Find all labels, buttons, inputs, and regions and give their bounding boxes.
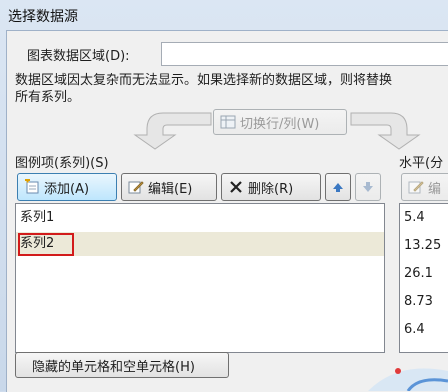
list-item[interactable]: 系列1 <box>16 206 384 230</box>
edit-axis-icon <box>408 179 424 195</box>
arrow-up-icon <box>333 183 343 192</box>
message-line-2: 所有系列。 <box>15 90 81 105</box>
window-title: 选择数据源 <box>8 9 78 25</box>
axis-value: 13.25 <box>404 238 442 253</box>
arrow-down-icon <box>363 182 373 192</box>
delete-series-button[interactable]: 删除(R) <box>221 173 321 201</box>
axis-value: 8.73 <box>404 294 433 309</box>
dialog-content: 图表数据区域(D): 数据区域因太复杂而无法显示。如果选择新的数据区域，则将替换… <box>6 30 448 392</box>
axis-value: 26.1 <box>404 266 433 281</box>
edit-series-label: 编辑(E) <box>148 181 193 197</box>
hidden-empty-cells-label: 隐藏的单元格和空单元格(H) <box>32 359 195 375</box>
dialog-window: 选择数据源 图表数据区域(D): 数据区域因太复杂而无法显示。如果选择新的数据区… <box>0 0 448 392</box>
axis-value: 6.4 <box>404 322 425 337</box>
highlight-annotation-box <box>18 233 74 256</box>
move-down-button[interactable] <box>355 173 381 201</box>
list-item[interactable]: 5.4 <box>400 206 425 230</box>
switch-row-column-icon <box>220 114 236 130</box>
chart-range-label: 图表数据区域(D): <box>27 49 130 64</box>
title-bar[interactable]: 选择数据源 <box>0 0 448 30</box>
legend-series-list[interactable]: 系列1 系列2 <box>15 203 385 353</box>
add-icon <box>24 177 40 195</box>
delete-series-label: 删除(R) <box>248 181 294 197</box>
right-curved-arrow-icon <box>350 112 421 150</box>
list-item[interactable]: 13.25 <box>400 234 441 258</box>
axis-labels-list[interactable]: 5.4 13.25 26.1 8.73 6.4 <box>399 203 448 353</box>
watermark-decoration <box>368 368 448 391</box>
switch-row-column-label: 切换行/列(W) <box>240 116 320 132</box>
list-item[interactable]: 8.73 <box>400 290 433 314</box>
edit-axis-labels-button[interactable]: 编 <box>401 173 448 201</box>
axis-value: 5.4 <box>404 210 425 225</box>
add-series-button[interactable]: 添加(A) <box>17 173 117 201</box>
series-1-label: 系列1 <box>20 210 55 225</box>
move-up-button[interactable] <box>325 173 351 201</box>
chart-range-input[interactable] <box>161 42 448 66</box>
list-item[interactable]: 26.1 <box>400 262 433 286</box>
list-item[interactable]: 6.4 <box>400 318 425 342</box>
edit-icon <box>128 179 144 195</box>
hidden-empty-cells-button[interactable]: 隐藏的单元格和空单元格(H) <box>15 352 229 378</box>
edit-axis-labels-label: 编 <box>428 181 442 197</box>
add-series-label: 添加(A) <box>44 181 90 197</box>
left-curved-arrow-icon <box>133 112 212 150</box>
delete-icon <box>228 179 244 195</box>
edit-series-button[interactable]: 编辑(E) <box>121 173 217 201</box>
legend-entries-header: 图例项(系列)(S) <box>15 156 109 171</box>
switch-row-column-button[interactable]: 切换行/列(W) <box>213 109 347 135</box>
axis-labels-header: 水平(分 <box>399 156 444 171</box>
